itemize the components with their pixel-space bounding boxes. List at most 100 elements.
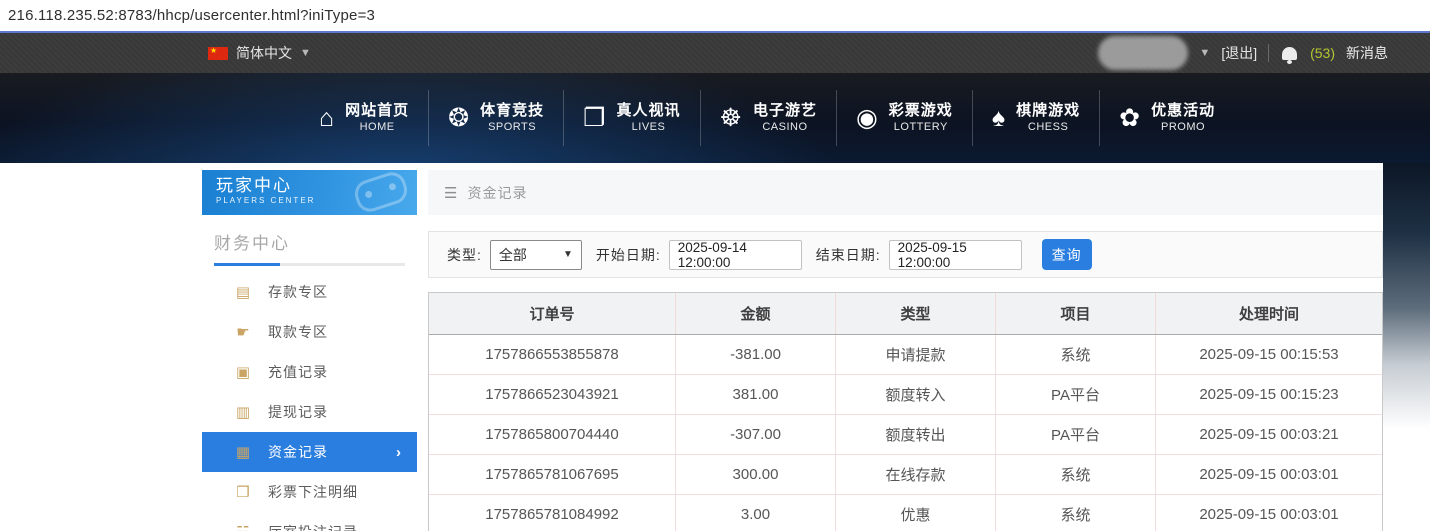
nav-label-en: LOTTERY (894, 121, 948, 135)
cell-amount: -381.00 (676, 335, 836, 374)
section-underline (214, 263, 405, 266)
bet-list-icon: ☷ (234, 525, 252, 531)
cell-order-id: 1757866523043921 (429, 375, 676, 414)
funds-table: 订单号 金额 类型 项目 处理时间 1757866553855878 -381.… (428, 292, 1383, 531)
sidebar-item-label: 彩票下注明细 (268, 482, 358, 502)
sidebar-item-withdraw-zone[interactable]: ☛ 取款专区 › (202, 312, 417, 352)
sidebar-item-lottery-details[interactable]: ❒ 彩票下注明细 › (202, 472, 417, 512)
main-content: ☰ 资金记录 类型: 全部 ▼ 开始日期: 2025-09-14 12:00:0… (428, 170, 1383, 531)
type-select-value: 全部 (499, 245, 527, 265)
chevron-down-icon: ▼ (563, 249, 573, 260)
end-date-input[interactable]: 2025-09-15 12:00:00 (889, 240, 1022, 270)
spade-icon: ♠ (992, 106, 1005, 131)
start-date-input[interactable]: 2025-09-14 12:00:00 (669, 240, 802, 270)
nav-label-en: CASINO (762, 121, 807, 135)
table-header-cell: 类型 (836, 293, 996, 334)
nav-item-casino[interactable]: ☸ 电子游艺 CASINO (701, 90, 837, 146)
nav-item-promo[interactable]: ✿ 优惠活动 PROMO (1100, 90, 1234, 146)
cell-order-id: 1757865781084992 (429, 495, 676, 531)
home-icon: ⌂ (319, 106, 334, 131)
lottery-balls-icon: ◉ (856, 106, 878, 131)
filter-bar: 类型: 全部 ▼ 开始日期: 2025-09-14 12:00:00 结束日期:… (428, 231, 1383, 278)
sports-ball-icon: ❂ (448, 106, 469, 131)
table-header-cell: 金额 (676, 293, 836, 334)
type-label: 类型: (447, 245, 482, 265)
gift-icon: ✿ (1119, 106, 1140, 131)
cell-order-id: 1757865800704440 (429, 415, 676, 454)
sidebar-section-title: 财务中心 (214, 229, 405, 254)
table-row: 1757865781067695 300.00 在线存款 系统 2025-09-… (429, 455, 1382, 495)
sidebar-item-room-bet-record[interactable]: ☷ 厅室投注记录 › (202, 512, 417, 531)
cell-type: 在线存款 (836, 455, 996, 494)
username-redacted[interactable] (1098, 36, 1188, 70)
cell-time: 2025-09-15 00:03:01 (1156, 455, 1382, 494)
sidebar-item-withdraw-record[interactable]: ▥ 提现记录 › (202, 392, 417, 432)
logout-link[interactable]: [退出] (1221, 43, 1257, 63)
bet-details-icon: ❒ (234, 485, 252, 500)
start-date-label: 开始日期: (596, 245, 661, 265)
sidebar-item-recharge-record[interactable]: ▣ 充值记录 › (202, 352, 417, 392)
cell-project: 系统 (996, 335, 1156, 374)
cell-project: PA平台 (996, 415, 1156, 454)
user-area: ▼ [退出] (53) 新消息 (1098, 36, 1388, 70)
nav-item-home[interactable]: ⌂ 网站首页 HOME (300, 90, 429, 146)
cell-project: PA平台 (996, 375, 1156, 414)
nav-label-zh: 彩票游戏 (889, 102, 953, 121)
chevron-right-icon: › (396, 444, 401, 461)
sidebar-item-funds-record[interactable]: ▦ 资金记录 › (202, 432, 417, 472)
cell-project: 系统 (996, 455, 1156, 494)
search-button[interactable]: 查询 (1042, 239, 1092, 270)
menu-icon: ☰ (444, 184, 458, 202)
nav-label-zh: 网站首页 (345, 102, 409, 121)
china-flag-icon (208, 47, 228, 60)
nav-label-zh: 电子游艺 (753, 102, 817, 121)
cell-type: 额度转入 (836, 375, 996, 414)
main-nav: ⌂ 网站首页 HOME ❂ 体育竞技 SPORTS ❐ 真人视讯 LIVES ☸… (300, 73, 1234, 163)
nav-label-en: LIVES (632, 121, 666, 135)
cell-type: 额度转出 (836, 415, 996, 454)
table-row: 1757865800704440 -307.00 额度转出 PA平台 2025-… (429, 415, 1382, 455)
message-count[interactable]: (53) (1310, 45, 1335, 61)
nav-item-lives[interactable]: ❐ 真人视讯 LIVES (564, 90, 700, 146)
background-fade (1383, 163, 1430, 443)
sidebar-item-deposit-zone[interactable]: ▤ 存款专区 › (202, 272, 417, 312)
cash-icon: ▥ (234, 405, 252, 420)
playing-cards-icon: ❐ (583, 106, 605, 131)
nav-label-en: HOME (360, 121, 395, 135)
sidebar-item-label: 充值记录 (268, 362, 328, 382)
sidebar-item-label: 取款专区 (268, 322, 328, 342)
chevron-down-icon[interactable]: ▼ (1199, 47, 1210, 59)
cell-type: 优惠 (836, 495, 996, 531)
sidebar-item-label: 存款专区 (268, 282, 328, 302)
table-body: 1757866553855878 -381.00 申请提款 系统 2025-09… (429, 335, 1382, 531)
sidebar-header: 玩家中心 PLAYERS CENTER (202, 170, 417, 215)
cell-amount: 300.00 (676, 455, 836, 494)
deposit-card-icon: ▤ (234, 285, 252, 300)
browser-address-bar[interactable]: 216.118.235.52:8783/hhcp/usercenter.html… (0, 0, 1430, 33)
nav-label-en: CHESS (1028, 121, 1068, 135)
roulette-icon: ☸ (720, 106, 742, 131)
bell-icon[interactable] (1282, 47, 1297, 60)
nav-item-lottery[interactable]: ◉ 彩票游戏 LOTTERY (837, 90, 973, 146)
cell-amount: -307.00 (676, 415, 836, 454)
cell-project: 系统 (996, 495, 1156, 531)
table-header-row: 订单号 金额 类型 项目 处理时间 (429, 293, 1382, 335)
cell-order-id: 1757866553855878 (429, 335, 676, 374)
type-select[interactable]: 全部 ▼ (490, 240, 582, 270)
table-header-cell: 订单号 (429, 293, 676, 334)
cell-time: 2025-09-15 00:15:23 (1156, 375, 1382, 414)
language-selector[interactable]: 简体中文 ▼ (208, 43, 311, 63)
cell-order-id: 1757865781067695 (429, 455, 676, 494)
sidebar-item-label: 提现记录 (268, 402, 328, 422)
sidebar-menu: ▤ 存款专区 › ☛ 取款专区 › ▣ 充值记录 › ▥ 提现记录 › ▦ 资金… (202, 272, 417, 531)
new-messages-link[interactable]: 新消息 (1346, 43, 1388, 63)
sidebar-item-label: 厅室投注记录 (268, 522, 358, 531)
nav-item-sports[interactable]: ❂ 体育竞技 SPORTS (429, 90, 564, 146)
nav-label-zh: 优惠活动 (1151, 102, 1215, 121)
nav-label-en: SPORTS (488, 121, 536, 135)
cell-time: 2025-09-15 00:03:21 (1156, 415, 1382, 454)
table-row: 1757866523043921 381.00 额度转入 PA平台 2025-0… (429, 375, 1382, 415)
nav-item-chess[interactable]: ♠ 棋牌游戏 CHESS (973, 90, 1100, 146)
cell-time: 2025-09-15 00:15:53 (1156, 335, 1382, 374)
cell-amount: 381.00 (676, 375, 836, 414)
